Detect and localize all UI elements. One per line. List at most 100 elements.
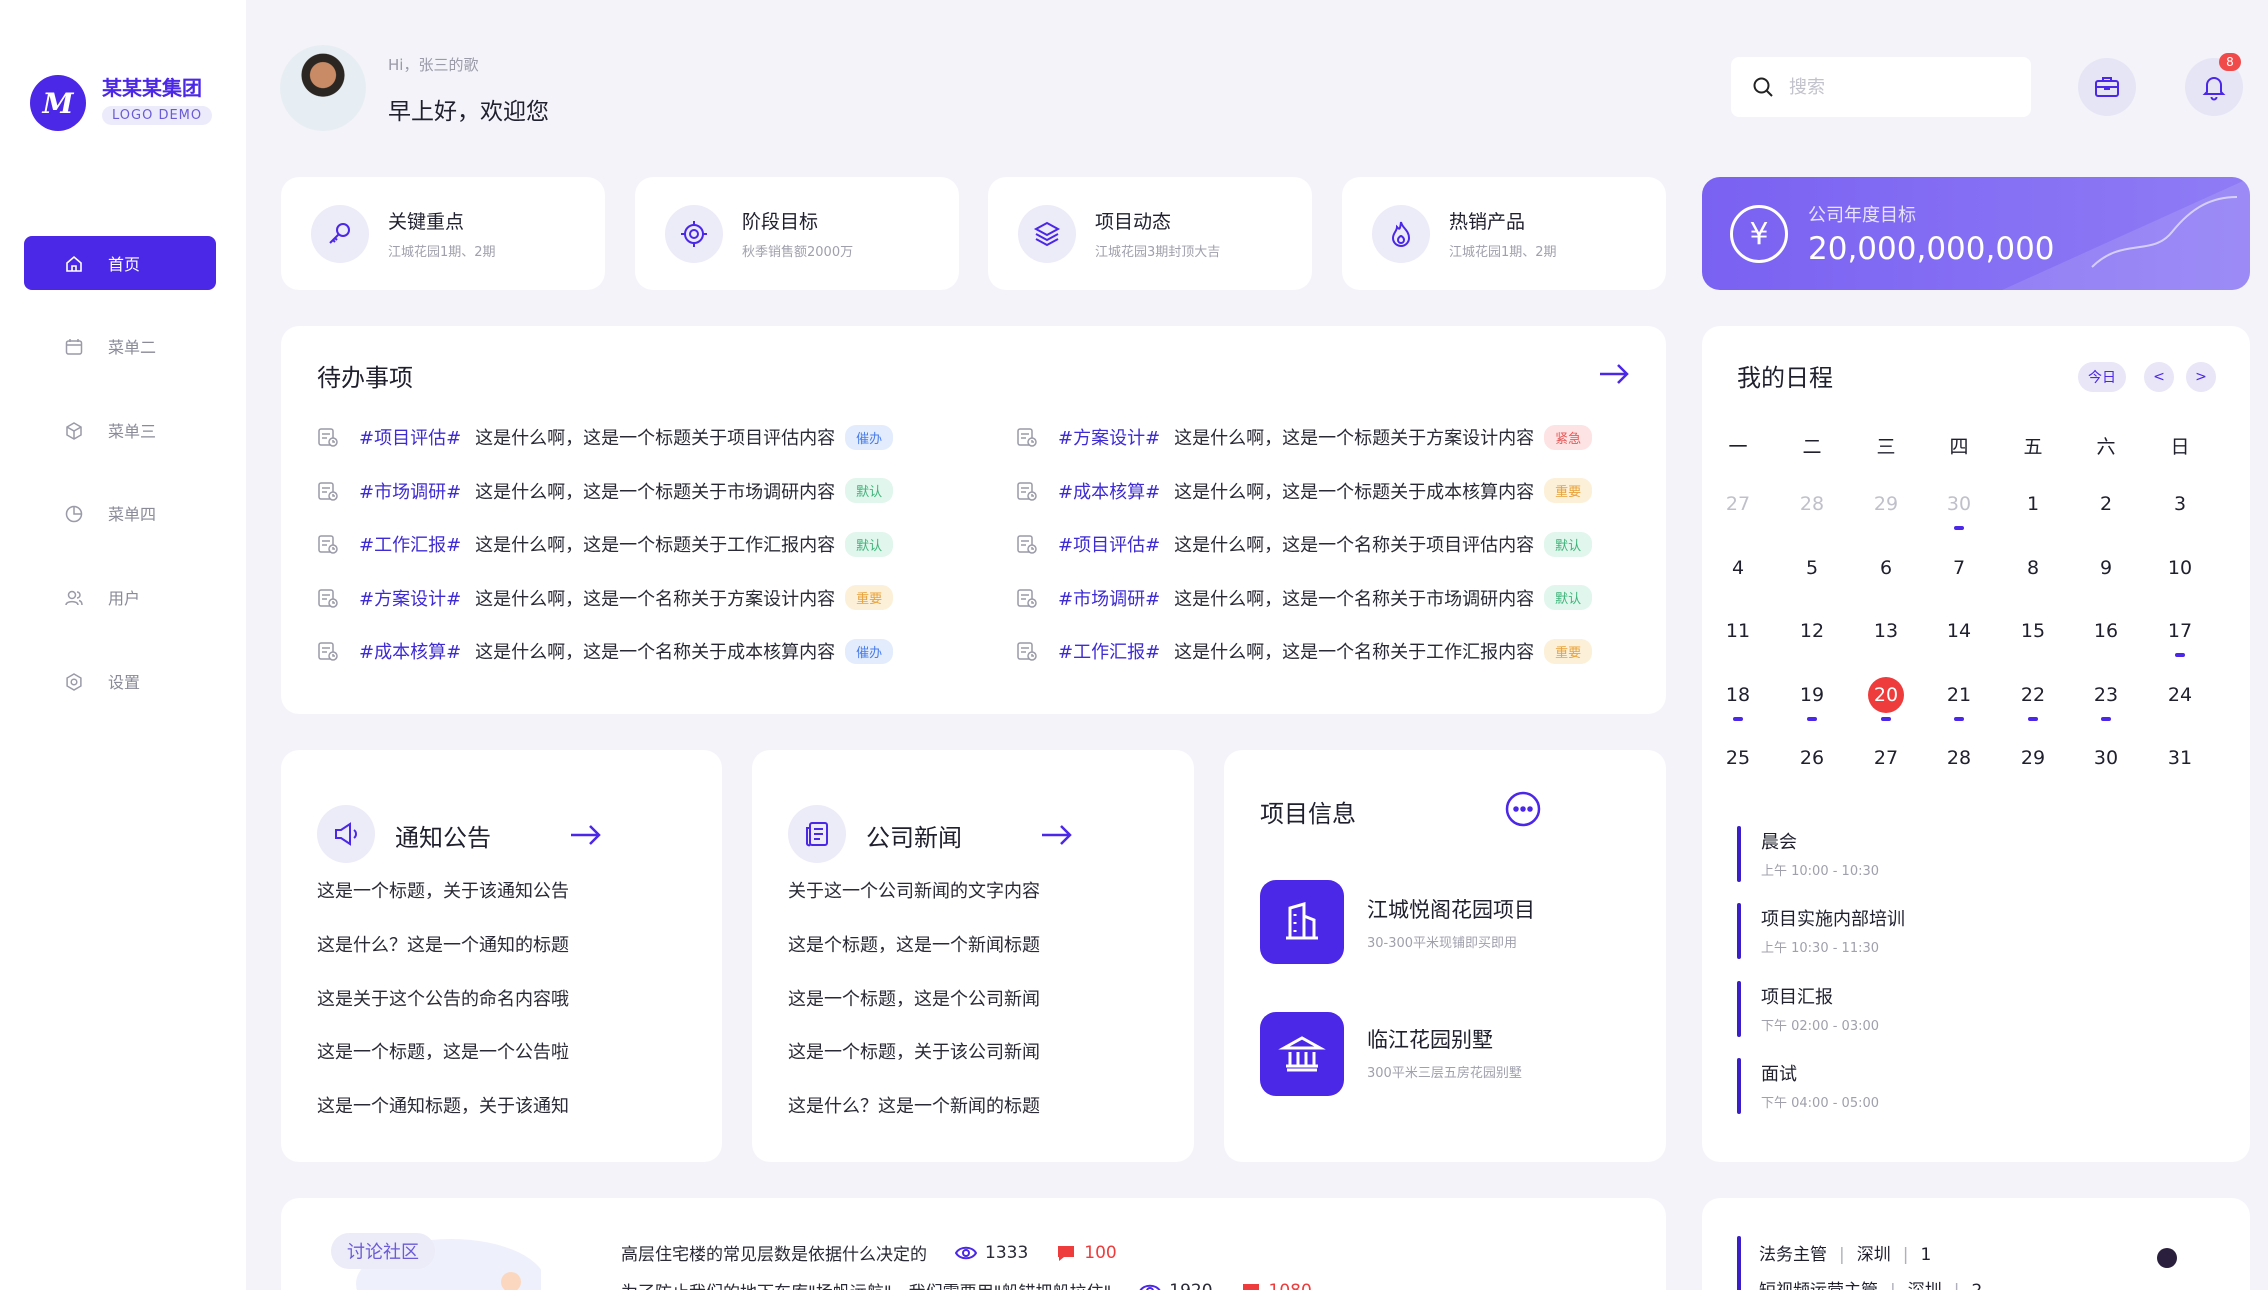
kpi-card-project-news[interactable]: 项目动态 江城花园3期封顶大吉	[988, 177, 1312, 290]
today-button[interactable]: 今日	[2078, 362, 2126, 392]
todo-tag[interactable]: #方案设计#	[1058, 424, 1160, 450]
calendar-day[interactable]: 11	[1718, 613, 1758, 649]
kpi-card-hot-products[interactable]: 热销产品 江城花园1期、2期	[1342, 177, 1666, 290]
notice-item[interactable]: 这是一个标题，关于该通知公告	[317, 877, 569, 903]
next-month-button[interactable]: >	[2186, 362, 2216, 392]
calendar-day[interactable]: 22	[2013, 677, 2053, 713]
calendar-day[interactable]: 6	[1866, 550, 1906, 586]
calendar-day[interactable]: 5	[1792, 550, 1832, 586]
todo-item[interactable]: #工作汇报# 这是什么啊，这是一个标题关于工作汇报内容 默认	[317, 529, 894, 559]
calendar-day-today[interactable]: 20	[1866, 677, 1906, 713]
todo-tag[interactable]: #方案设计#	[359, 585, 461, 611]
kpi-card-stage-goal[interactable]: 阶段目标 秋季销售额2000万	[635, 177, 959, 290]
sidebar-item-settings[interactable]: 设置	[24, 654, 216, 708]
calendar-day[interactable]: 19	[1792, 677, 1832, 713]
calendar-day[interactable]: 13	[1866, 613, 1906, 649]
job-row[interactable]: 法务主管 | 深圳 | 1	[1759, 1240, 1931, 1265]
kpi-card-key-points[interactable]: 关键重点 江城花园1期、2期	[281, 177, 605, 290]
calendar-day[interactable]: 26	[1792, 740, 1832, 776]
todo-tag[interactable]: #工作汇报#	[1058, 638, 1160, 664]
todo-item[interactable]: #项目评估# 这是什么啊，这是一个名称关于项目评估内容 默认	[1016, 529, 1593, 559]
sidebar-item-users[interactable]: 用户	[24, 570, 216, 624]
schedule-event[interactable]: 面试 下午 04:00 - 05:00	[1737, 1058, 2037, 1114]
todo-tag[interactable]: #工作汇报#	[359, 531, 461, 557]
todo-tag[interactable]: #项目评估#	[1058, 531, 1160, 557]
todo-item[interactable]: #工作汇报# 这是什么啊，这是一个名称关于工作汇报内容 重要	[1016, 636, 1593, 666]
calendar-day[interactable]: 29	[2013, 740, 2053, 776]
notice-item[interactable]: 这是一个通知标题，关于该通知	[317, 1092, 569, 1118]
news-item[interactable]: 这是一个标题，这是个公司新闻	[788, 985, 1040, 1011]
schedule-event[interactable]: 晨会 上午 10:00 - 10:30	[1737, 826, 2037, 882]
calendar-day[interactable]: 7	[1939, 550, 1979, 586]
news-item[interactable]: 这是个标题，这是一个新闻标题	[788, 931, 1040, 957]
todo-item[interactable]: #市场调研# 这是什么啊，这是一个标题关于市场调研内容 默认	[317, 476, 894, 506]
notice-item[interactable]: 这是什么？这是一个通知的标题	[317, 931, 569, 957]
todo-tag[interactable]: #成本核算#	[359, 638, 461, 664]
calendar-day[interactable]: 23	[2086, 677, 2126, 713]
project-icon-wrap[interactable]	[1260, 1012, 1344, 1096]
arrow-right-icon[interactable]	[569, 820, 603, 850]
forum-tag[interactable]: 讨论社区	[331, 1233, 435, 1269]
notice-item[interactable]: 这是关于这个公告的命名内容哦	[317, 985, 569, 1011]
calendar-day[interactable]: 28	[1792, 486, 1832, 522]
schedule-event[interactable]: 项目实施内部培训 上午 10:30 - 11:30	[1737, 903, 2037, 959]
project-icon-wrap[interactable]	[1260, 880, 1344, 964]
forum-post[interactable]: 为了防止我们的地下车库"扬帆远航"，我们需要用"船锚把船拉住" 1920 108…	[621, 1278, 1312, 1290]
calendar-day[interactable]: 27	[1718, 486, 1758, 522]
todo-tag[interactable]: #市场调研#	[1058, 585, 1160, 611]
sidebar-item-menu2[interactable]: 菜单二	[24, 319, 216, 373]
calendar-day[interactable]: 30	[2086, 740, 2126, 776]
calendar-day[interactable]: 29	[1866, 486, 1906, 522]
calendar-day[interactable]: 16	[2086, 613, 2126, 649]
calendar-day[interactable]: 12	[1792, 613, 1832, 649]
briefcase-button[interactable]	[2078, 58, 2136, 116]
news-item[interactable]: 这是什么？这是一个新闻的标题	[788, 1092, 1040, 1118]
sidebar-item-menu3[interactable]: 菜单三	[24, 403, 216, 457]
forum-post[interactable]: 高层住宅楼的常见层数是依据什么决定的 1333 100	[621, 1240, 1117, 1266]
calendar-day[interactable]: 14	[1939, 613, 1979, 649]
calendar-day[interactable]: 18	[1718, 677, 1758, 713]
todo-tag[interactable]: #项目评估#	[359, 424, 461, 450]
todo-tag[interactable]: #成本核算#	[1058, 478, 1160, 504]
todo-item[interactable]: #成本核算# 这是什么啊，这是一个名称关于成本核算内容 催办	[317, 636, 894, 666]
search-box[interactable]	[1731, 57, 2031, 117]
calendar-day[interactable]: 1	[2013, 486, 2053, 522]
todo-item[interactable]: #成本核算# 这是什么啊，这是一个标题关于成本核算内容 重要	[1016, 476, 1593, 506]
arrow-right-icon[interactable]	[1596, 356, 1632, 392]
calendar-day[interactable]: 30	[1939, 486, 1979, 522]
todo-item[interactable]: #方案设计# 这是什么啊，这是一个名称关于方案设计内容 重要	[317, 583, 894, 613]
calendar-day[interactable]: 17	[2160, 613, 2200, 649]
calendar-day[interactable]: 27	[1866, 740, 1906, 776]
annual-goal-card[interactable]: ¥ 公司年度目标 20,000,000,000	[1702, 177, 2250, 290]
news-item[interactable]: 关于这一个公司新闻的文字内容	[788, 877, 1040, 903]
more-icon[interactable]	[1504, 790, 1542, 828]
project-name[interactable]: 临江花园别墅	[1367, 1024, 1493, 1054]
arrow-right-icon[interactable]	[1040, 820, 1074, 850]
calendar-day[interactable]: 21	[1939, 677, 1979, 713]
calendar-day[interactable]: 25	[1718, 740, 1758, 776]
calendar-day[interactable]: 4	[1718, 550, 1758, 586]
sidebar-item-home[interactable]: 首页	[24, 236, 216, 290]
calendar-day[interactable]: 10	[2160, 550, 2200, 586]
todo-item[interactable]: #项目评估# 这是什么啊，这是一个标题关于项目评估内容 催办	[317, 422, 894, 452]
notice-item[interactable]: 这是一个标题，这是一个公告啦	[317, 1038, 569, 1064]
calendar-day[interactable]: 24	[2160, 677, 2200, 713]
job-row[interactable]: 短视频运营主管|深圳|2	[1759, 1276, 1982, 1290]
prev-month-button[interactable]: <	[2144, 362, 2174, 392]
news-item[interactable]: 这是一个标题，关于该公司新闻	[788, 1038, 1040, 1064]
calendar-day[interactable]: 8	[2013, 550, 2053, 586]
calendar-day[interactable]: 15	[2013, 613, 2053, 649]
search-input[interactable]	[1789, 76, 2009, 98]
schedule-event[interactable]: 项目汇报 下午 02:00 - 03:00	[1737, 981, 2037, 1037]
todo-tag[interactable]: #市场调研#	[359, 478, 461, 504]
sidebar-item-menu4[interactable]: 菜单四	[24, 486, 216, 540]
calendar-day[interactable]: 2	[2086, 486, 2126, 522]
calendar-day[interactable]: 3	[2160, 486, 2200, 522]
calendar-day[interactable]: 28	[1939, 740, 1979, 776]
calendar-day[interactable]: 9	[2086, 550, 2126, 586]
calendar-day[interactable]: 31	[2160, 740, 2200, 776]
avatar[interactable]	[280, 45, 366, 131]
todo-item[interactable]: #市场调研# 这是什么啊，这是一个名称关于市场调研内容 默认	[1016, 583, 1593, 613]
project-name[interactable]: 江城悦阁花园项目	[1367, 894, 1535, 924]
todo-item[interactable]: #方案设计# 这是什么啊，这是一个标题关于方案设计内容 紧急	[1016, 422, 1593, 452]
